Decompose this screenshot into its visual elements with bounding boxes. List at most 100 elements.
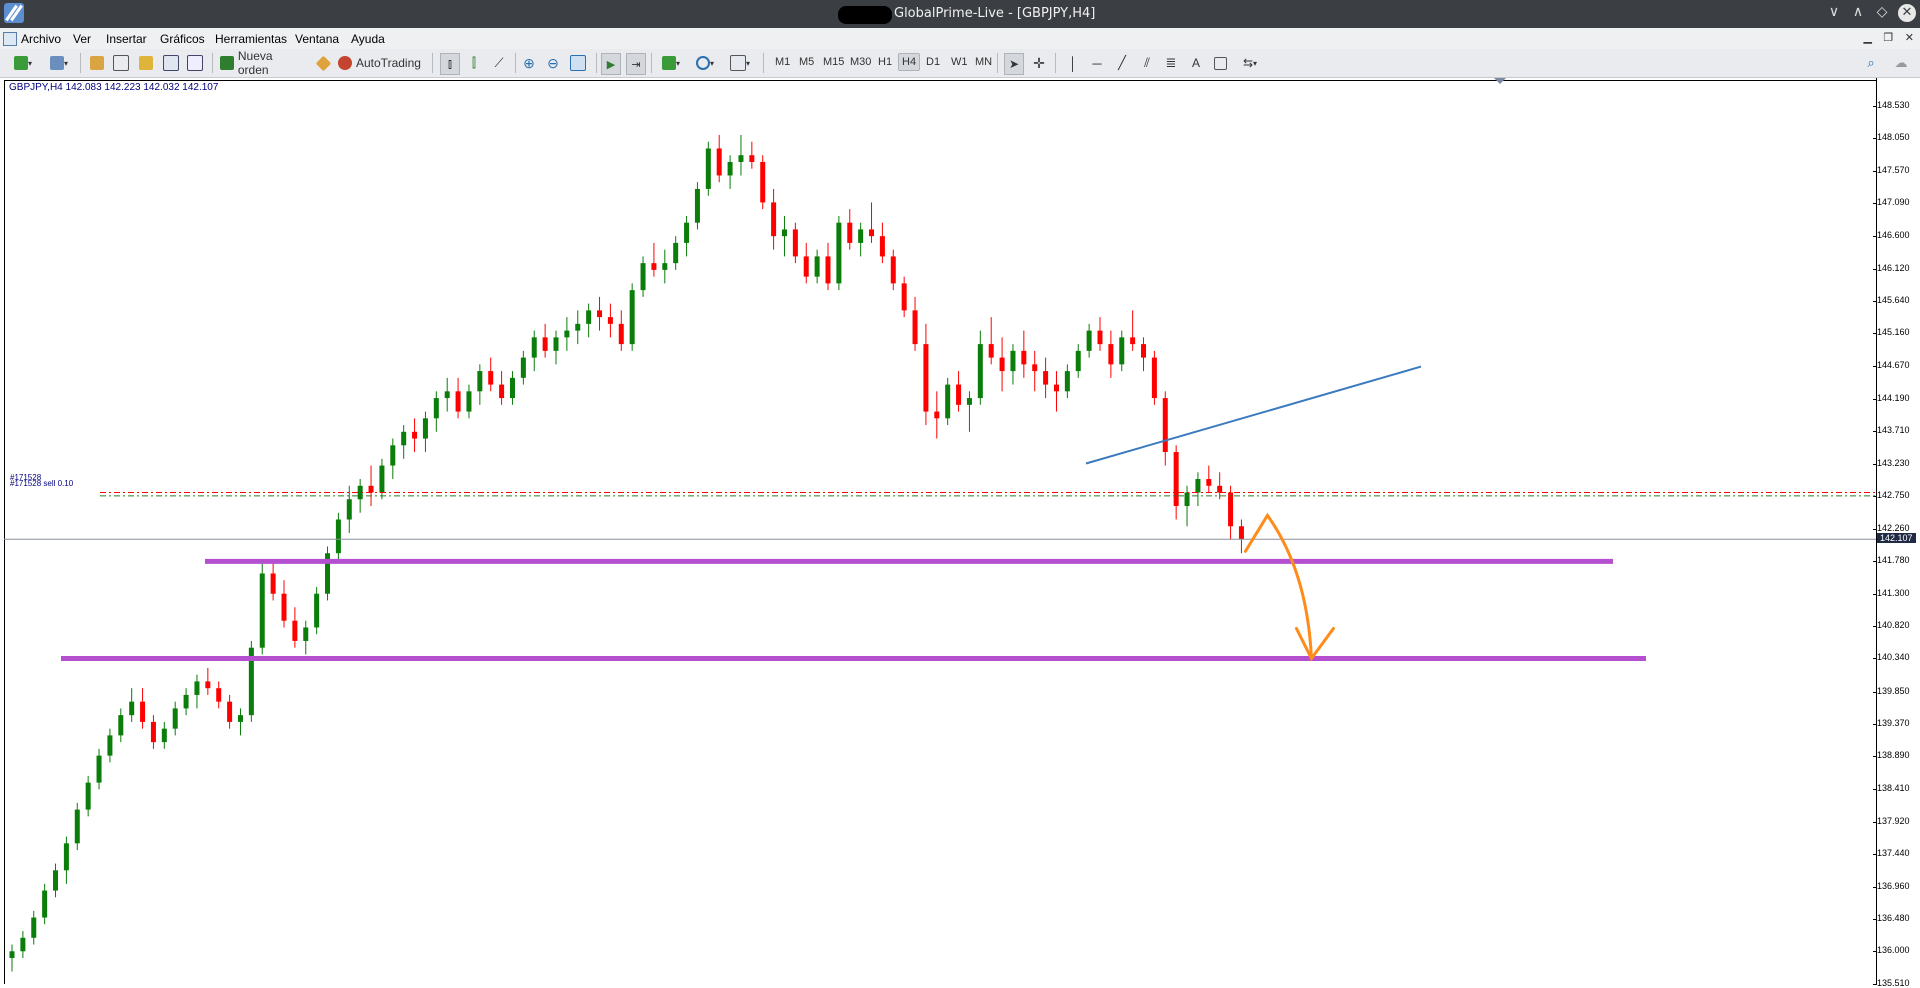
trendline-button[interactable]: ╱	[1113, 53, 1131, 73]
market-watch-button[interactable]	[88, 53, 106, 73]
minimize-button[interactable]: ∨	[1824, 4, 1844, 20]
new-chart-button[interactable]: ▾	[8, 53, 38, 73]
timeframe-d1[interactable]: D1	[923, 54, 943, 70]
bull-candle	[85, 782, 91, 810]
bull-candle	[781, 229, 787, 237]
timeframe-h1[interactable]: H1	[875, 54, 895, 70]
terminal-button[interactable]	[162, 53, 180, 73]
menu-bar: Archivo Ver Insertar Gráficos Herramient…	[0, 28, 1920, 50]
bear-candle	[607, 317, 613, 324]
tile-windows-button[interactable]	[569, 53, 587, 73]
chart-shift-button[interactable]: ⇥	[626, 53, 646, 75]
fibonacci-button[interactable]: ≣	[1162, 53, 1180, 73]
zoom-in-button[interactable]: ⊕	[520, 53, 538, 73]
bar-chart-icon: ⫾	[447, 56, 453, 71]
bull-candle	[172, 708, 178, 729]
timeframe-m5[interactable]: M5	[796, 54, 817, 70]
main-toolbar: ▾ ▾ Nueva orden AutoTrading ⫾ ⫿ ⟋ ⊕ ⊖ ▶ …	[0, 49, 1920, 78]
menu-insertar[interactable]: Insertar	[106, 32, 147, 46]
bull-candle	[303, 627, 309, 641]
bear-candle	[1151, 357, 1157, 399]
timeframe-m30[interactable]: M30	[847, 54, 874, 70]
cursor-tool-button[interactable]: ➤	[1004, 53, 1024, 75]
bear-candle	[150, 721, 156, 743]
metaeditor-button[interactable]	[314, 53, 332, 73]
bear-candle	[901, 283, 907, 311]
templates-button[interactable]: ▾	[725, 53, 755, 73]
menu-ventana[interactable]: Ventana	[295, 32, 339, 46]
navigator-button[interactable]	[137, 53, 155, 73]
autotrading-button[interactable]: AutoTrading	[338, 53, 424, 73]
bear-candle	[618, 323, 624, 345]
periods-button[interactable]: ▾	[691, 53, 719, 73]
candlestick-button[interactable]: ⫿	[465, 53, 483, 73]
bear-candle	[542, 337, 548, 351]
zoom-out-button[interactable]: ⊖	[544, 53, 562, 73]
data-window-button[interactable]	[112, 53, 130, 73]
price-tick-label: 142.260	[1873, 522, 1910, 533]
price-tick-label: 148.530	[1873, 99, 1910, 110]
bear-candle	[1032, 364, 1038, 372]
menu-ver[interactable]: Ver	[73, 32, 91, 46]
profiles-button[interactable]: ▾	[44, 53, 74, 73]
line-chart-button[interactable]: ⟋	[490, 53, 508, 73]
bull-candle	[945, 384, 951, 419]
horizontal-line-button[interactable]: ─	[1088, 53, 1106, 73]
bid-price-label: 142.107	[1877, 533, 1916, 544]
indicators-button[interactable]: ▾	[657, 53, 685, 73]
timeframe-h4[interactable]: H4	[898, 53, 921, 71]
bear-candle	[227, 701, 233, 722]
toolbar-separator	[515, 53, 516, 73]
text-label-button[interactable]	[1211, 53, 1229, 73]
bar-chart-button[interactable]: ⫾	[440, 53, 460, 75]
bear-candle	[749, 155, 755, 162]
auto-scroll-button[interactable]: ▶	[601, 53, 621, 75]
mdi-window-controls[interactable]: ▁ ❐ ✕	[1863, 31, 1918, 44]
bull-candle	[553, 337, 559, 351]
bull-candle	[520, 357, 526, 378]
bull-candle	[477, 371, 483, 392]
bull-candle	[466, 391, 472, 412]
arrows-button[interactable]: ⇆ ▾	[1236, 53, 1264, 73]
horizontal-line-icon: ─	[1092, 55, 1102, 71]
bear-candle	[1217, 485, 1223, 493]
timeframe-m1[interactable]: M1	[772, 54, 793, 70]
price-tick-label: 143.230	[1873, 457, 1910, 468]
projection-arrowhead	[1294, 626, 1335, 662]
candlestick-chart[interactable]	[0, 78, 1876, 985]
vertical-line-button[interactable]: │	[1064, 53, 1082, 73]
timeframe-w1[interactable]: W1	[948, 54, 971, 70]
bull-candle	[237, 715, 243, 722]
channel-button[interactable]: ⫽	[1138, 53, 1156, 73]
chat-button[interactable]: ☁	[1890, 53, 1912, 73]
price-tick-label: 148.050	[1873, 132, 1910, 143]
bear-candle	[412, 431, 418, 439]
new-order-button[interactable]: Nueva orden	[220, 49, 306, 77]
bear-candle	[499, 384, 505, 399]
timeframe-mn[interactable]: MN	[972, 54, 995, 70]
keep-above-button[interactable]: ◇	[1872, 4, 1892, 20]
bull-candle	[161, 728, 167, 743]
search-button[interactable]: ⌕	[1862, 53, 1880, 73]
clock-icon	[695, 56, 710, 70]
auto-scroll-icon: ▶	[606, 58, 616, 71]
bear-candle	[1173, 452, 1179, 507]
menu-ayuda[interactable]: Ayuda	[351, 32, 385, 46]
arrows-icon: ⇆	[1242, 56, 1254, 70]
text-tool-button[interactable]: A	[1187, 53, 1205, 73]
close-button[interactable]: ✕	[1898, 4, 1916, 22]
toolbar-separator	[651, 53, 652, 73]
bull-candle	[183, 694, 189, 709]
autotrading-icon	[338, 56, 352, 70]
menu-herramientas[interactable]: Herramientas	[215, 32, 287, 46]
strategy-tester-button[interactable]	[186, 53, 204, 73]
menu-archivo[interactable]: Archivo	[21, 32, 61, 46]
bull-candle	[444, 391, 450, 399]
maximize-button[interactable]: ∧	[1848, 4, 1868, 20]
crosshair-tool-button[interactable]: ✛	[1030, 53, 1048, 73]
menu-graficos[interactable]: Gráficos	[160, 32, 205, 46]
timeframe-m15[interactable]: M15	[820, 54, 847, 70]
chart-shift-icon: ⇥	[631, 58, 641, 71]
toolbar-separator	[763, 53, 764, 73]
bear-candle	[847, 222, 853, 243]
